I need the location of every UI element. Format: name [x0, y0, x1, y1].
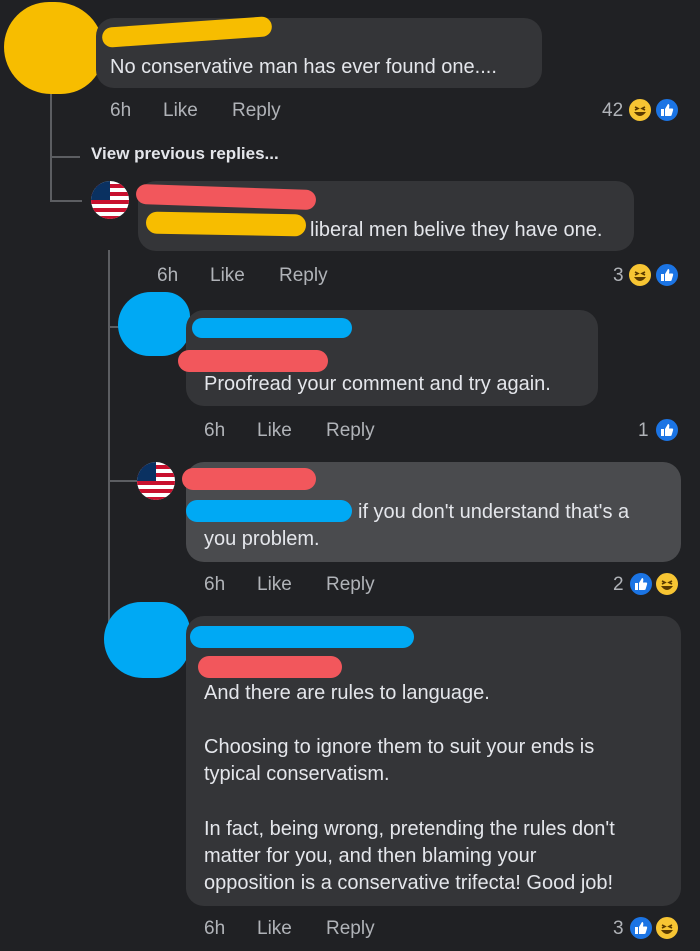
- comment-bubble: And there are rules to language. Choosin…: [186, 616, 681, 906]
- reaction-count: 2: [613, 574, 624, 595]
- like-button[interactable]: Like: [257, 420, 292, 442]
- comment-paragraph: Choosing to ignore them to suit your end…: [204, 736, 595, 785]
- redacted-avatar: [118, 292, 190, 356]
- comment-actions: 6h Like Reply: [0, 420, 700, 444]
- redacted-author-name: [190, 626, 414, 648]
- view-previous-replies-link[interactable]: View previous replies...: [91, 144, 279, 164]
- reply-button[interactable]: Reply: [326, 574, 375, 596]
- comment-text: you problem.: [204, 528, 320, 550]
- reply-button[interactable]: Reply: [326, 420, 375, 442]
- comment-actions: 6h Like Reply: [0, 574, 700, 598]
- like-icon: [628, 571, 654, 597]
- us-flag-avatar[interactable]: [91, 181, 129, 219]
- redacted-author-name: [192, 318, 352, 338]
- redacted-avatar: [4, 2, 104, 94]
- like-button[interactable]: Like: [257, 574, 292, 596]
- comment-actions: 6h Like Reply: [0, 918, 700, 942]
- reaction-count: 42: [602, 100, 624, 121]
- haha-icon: [627, 97, 653, 123]
- redacted-mention: [145, 211, 307, 237]
- comment-time: 6h: [204, 918, 226, 939]
- like-button[interactable]: Like: [210, 265, 245, 287]
- redacted-author-name: [182, 468, 316, 490]
- like-button[interactable]: Like: [163, 100, 198, 122]
- redacted-mention: [186, 500, 352, 522]
- redacted-author-name: [135, 183, 317, 211]
- reply-button[interactable]: Reply: [326, 918, 375, 940]
- comment-actions: 6h Like Reply: [0, 100, 700, 124]
- comment-time: 6h: [204, 574, 226, 595]
- thread-connector-view-prev: [50, 156, 80, 158]
- comment-paragraph: In fact, being wrong, pretending the rul…: [204, 818, 615, 894]
- comment-actions: 6h Like Reply: [0, 265, 700, 289]
- haha-icon: [654, 915, 680, 941]
- redacted-author-name: [101, 16, 273, 48]
- reaction-count: 3: [613, 918, 624, 939]
- haha-icon: [654, 571, 680, 597]
- haha-icon: [627, 262, 653, 288]
- like-icon: [654, 417, 680, 443]
- comment-text: liberal men belive they have one.: [310, 219, 603, 241]
- comment-text: No conservative man has ever found one..…: [110, 56, 497, 78]
- comment-time: 6h: [110, 100, 132, 121]
- comment-paragraph: And there are rules to language.: [204, 682, 490, 704]
- reaction-count: 3: [613, 265, 624, 286]
- redacted-mention: [178, 350, 328, 372]
- thread-connector-reply-3: [108, 480, 138, 482]
- like-icon: [654, 262, 680, 288]
- us-flag-avatar[interactable]: [137, 462, 175, 500]
- comment-text: Proofread your comment and try again.: [204, 373, 551, 395]
- comment-bubble: Proofread your comment and try again.: [178, 310, 598, 406]
- like-icon: [654, 97, 680, 123]
- comment-bubble: liberal men belive they have one.: [135, 181, 634, 251]
- comment-text: if you don't understand that's a: [358, 501, 630, 523]
- like-button[interactable]: Like: [257, 918, 292, 940]
- redacted-mention: [198, 656, 342, 678]
- reply-button[interactable]: Reply: [232, 100, 281, 122]
- comment-bubble: if you don't understand that's a you pro…: [182, 462, 681, 562]
- thread-connector-reply-1: [50, 200, 82, 202]
- comment-time: 6h: [157, 265, 179, 286]
- comment-bubble: No conservative man has ever found one..…: [96, 16, 542, 88]
- reaction-count: 1: [638, 420, 649, 441]
- like-icon: [628, 915, 654, 941]
- reply-button[interactable]: Reply: [279, 265, 328, 287]
- redacted-avatar: [104, 602, 190, 678]
- comment-time: 6h: [204, 420, 226, 441]
